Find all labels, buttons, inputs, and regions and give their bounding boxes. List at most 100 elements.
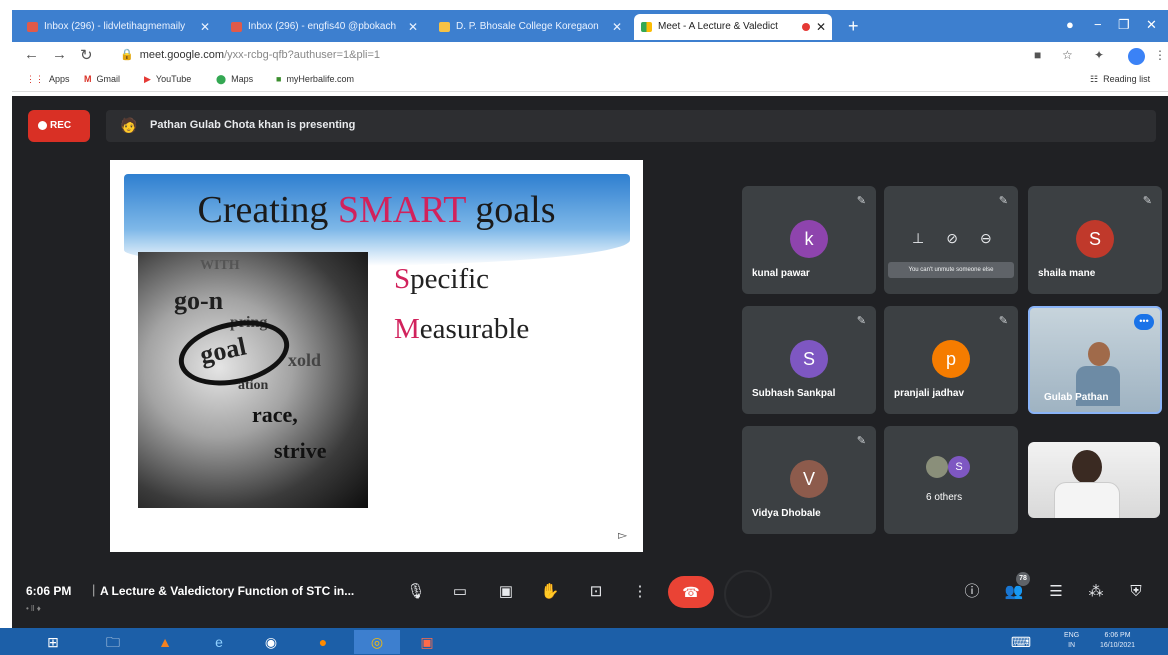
mic-off-icon: ✎ — [1142, 195, 1152, 207]
close-window-button[interactable]: ✕ — [1146, 14, 1157, 36]
captions-button[interactable]: ▣ — [488, 574, 524, 610]
lang-label: IN — [1068, 642, 1076, 649]
presenting-text: Pathan Gulab Chota khan is presenting — [150, 119, 356, 131]
meeting-time: 6:06 PM — [26, 584, 72, 598]
participant-video — [1054, 482, 1120, 518]
close-icon[interactable]: ✕ — [612, 14, 622, 40]
chat-button[interactable]: ☰ — [1038, 574, 1074, 610]
reading-list-button[interactable]: ☷ Reading list — [1090, 74, 1150, 85]
recording-badge[interactable]: REC — [28, 110, 90, 142]
participant-video-tile[interactable] — [1028, 442, 1160, 518]
others-tile[interactable]: S 6 others — [884, 426, 1018, 534]
url-path: /yxx-rcbg-qfb?authuser=1&pli=1 — [224, 49, 381, 61]
close-icon[interactable]: ✕ — [408, 14, 418, 40]
star-icon[interactable]: ☆ — [1062, 48, 1073, 62]
presenter-avatar: 🧑 — [120, 117, 138, 133]
tab-gmail-1[interactable]: Inbox (296) - lidvletihagmemaily ✕ — [20, 14, 216, 40]
mouse-cursor-icon: ▻ — [618, 528, 628, 542]
mic-button[interactable]: 🎙 — [398, 574, 434, 610]
meet-control-bar: 6:06 PM | A Lecture & Valedictory Functi… — [12, 564, 1168, 628]
mute-icon[interactable]: ⊘ — [946, 230, 958, 246]
others-count: 6 others — [926, 492, 963, 503]
bullet-cap: M — [394, 313, 420, 345]
bookmark-youtube[interactable]: ▶ YouTube — [144, 74, 191, 85]
meeting-details-button[interactable]: ⓘ — [954, 574, 990, 610]
taskbar-vlc[interactable]: ▲ — [142, 630, 188, 654]
participant-tile[interactable]: ✎ k kunal pawar — [742, 186, 876, 294]
more-options-icon[interactable]: ••• — [1134, 314, 1154, 330]
maximize-button[interactable]: ❐ — [1118, 14, 1130, 36]
meeting-title: A Lecture & Valedictory Function of STC … — [100, 584, 355, 598]
start-button[interactable]: ⊞ — [30, 630, 76, 654]
gmail-icon: M — [84, 74, 92, 84]
mic-off-icon: ✎ — [998, 315, 1008, 327]
raise-hand-button[interactable]: ✋ — [532, 574, 568, 610]
bookmark-gmail[interactable]: M Gmail — [84, 74, 120, 84]
reload-button[interactable]: ↻ — [80, 46, 93, 64]
tab-label: Meet - A Lecture & Valedict — [658, 21, 778, 32]
chat-icon: ☰ — [1049, 583, 1063, 600]
bullet-rest: pecific — [410, 263, 490, 295]
language-indicator[interactable]: ENG IN — [1064, 631, 1079, 651]
participants-button[interactable]: 👥 78 — [996, 572, 1032, 610]
leave-call-button[interactable]: ☎ — [668, 576, 714, 608]
bookmark-maps[interactable]: ⬤ Maps — [216, 74, 253, 85]
profile-avatar[interactable] — [1128, 48, 1145, 65]
bookmark-label: Apps — [49, 74, 70, 84]
menu-icon[interactable]: ⋮ — [1154, 48, 1166, 62]
folder-icon: 🗀 — [106, 634, 120, 650]
present-button[interactable]: ⊡ — [578, 574, 614, 610]
pin-icon[interactable]: ⊥ — [912, 230, 924, 246]
system-clock[interactable]: 6:06 PM 16/10/2021 — [1100, 631, 1135, 651]
new-tab-button[interactable]: + — [848, 14, 859, 38]
tooltip: You can't unmute someone else — [888, 262, 1014, 278]
participant-tile[interactable]: ✎ V Vidya Dhobale — [742, 426, 876, 534]
minimize-button[interactable]: − — [1094, 14, 1102, 36]
mic-icon: 🎙 — [406, 583, 426, 600]
taskbar-ie[interactable]: e — [196, 630, 242, 654]
close-icon[interactable]: ✕ — [200, 14, 210, 40]
captions-icon: ▣ — [498, 583, 514, 600]
host-controls-button[interactable]: ⛨ — [1118, 574, 1154, 610]
shared-slide: Creating SMART goals WITH go-n pring goa… — [110, 160, 643, 552]
chrome-account-icon[interactable]: ● — [1066, 14, 1074, 36]
tab-meet[interactable]: Meet - A Lecture & Valedict ✕ — [634, 14, 832, 40]
slide-title-part: goals — [465, 189, 556, 231]
participant-tile[interactable]: ✎ S shaila mane — [1028, 186, 1162, 294]
tab-gmail-2[interactable]: Inbox (296) - engfis40 @pbokach ✕ — [224, 14, 424, 40]
camera-button[interactable]: ▭ — [442, 574, 478, 610]
bookmark-label: Gmail — [96, 74, 121, 84]
meet-icon — [641, 22, 652, 32]
taskbar-explorer[interactable]: 🗀 — [90, 630, 136, 654]
slide-title-part: Creating — [197, 189, 338, 231]
close-icon[interactable]: ✕ — [816, 14, 826, 40]
more-options-button[interactable]: ⋮ — [622, 574, 658, 610]
taskbar-firefox[interactable]: ● — [300, 630, 346, 654]
slide-title: Creating SMART goals — [110, 188, 643, 232]
participant-tile[interactable]: ✎ S Subhash Sankpal — [742, 306, 876, 414]
extensions-icon[interactable]: ✦ — [1094, 48, 1104, 62]
url-field[interactable]: 🔒 meet.google.com/yxx-rcbg-qfb?authuser=1… — [120, 48, 380, 61]
participant-video-tile[interactable]: ••• Gulab Pathan — [1028, 306, 1162, 414]
taskbar-app-2[interactable]: ▣ — [404, 630, 450, 654]
maps-pin-icon: ⬤ — [216, 74, 227, 84]
back-button[interactable]: ← — [24, 46, 39, 63]
separator: | — [92, 582, 96, 597]
taskbar-chrome[interactable]: ◎ — [354, 630, 400, 654]
bookmark-apps[interactable]: ⋮⋮ Apps — [26, 74, 70, 85]
mic-off-icon: ✎ — [998, 195, 1008, 207]
image-word: xold — [288, 350, 322, 370]
firefox-icon: ● — [318, 634, 328, 650]
activities-button[interactable]: ⁂ — [1078, 574, 1114, 610]
participant-tile[interactable]: ✎ p pranjali jadhav — [884, 306, 1018, 414]
activities-icon: ⁂ — [1088, 583, 1104, 600]
tab-college[interactable]: D. P. Bhosale College Koregaon ✕ — [432, 14, 628, 40]
camera-icon[interactable]: ■ — [1034, 48, 1041, 62]
forward-button[interactable]: → — [52, 46, 67, 63]
bookmark-herbalife[interactable]: ■ myHerbalife.com — [276, 74, 354, 84]
taskbar-app[interactable]: ◉ — [248, 630, 294, 654]
remove-icon[interactable]: ⊖ — [980, 230, 992, 246]
keyboard-icon[interactable]: ⌨ — [1006, 630, 1036, 654]
youtube-icon: ▶ — [144, 74, 151, 84]
participant-tile-hover[interactable]: ✎ ⊥ ⊘ ⊖ You can't unmute someone else — [884, 186, 1018, 294]
